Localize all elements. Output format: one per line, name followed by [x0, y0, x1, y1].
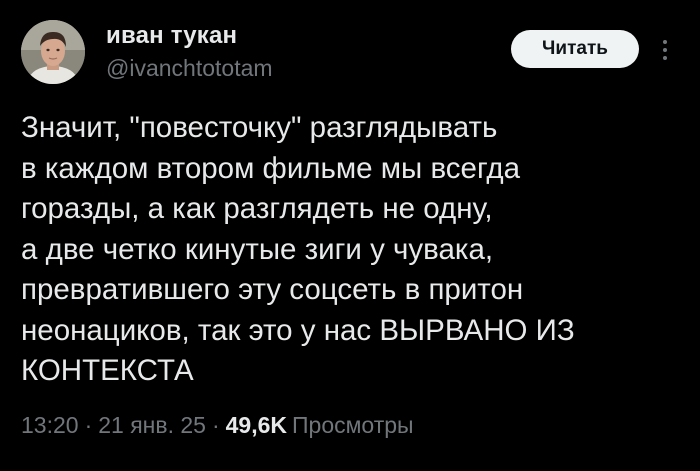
tweet-text: Значит, "повесточку" разглядывать в кажд… — [21, 111, 575, 387]
tweet-time[interactable]: 13:20 — [21, 412, 79, 439]
author-display-name[interactable]: иван тукан — [106, 22, 237, 50]
tweet-card: иван тукан @ivanchtototam Читать Значит,… — [0, 0, 700, 471]
tweet-meta: 13:20 · 21 янв. 25 · 49,6K Просмотры — [21, 412, 414, 439]
follow-button[interactable]: Читать — [511, 30, 639, 68]
tweet-date[interactable]: 21 янв. 25 — [98, 412, 206, 439]
meta-separator: · — [211, 412, 220, 438]
meta-separator: · — [84, 412, 93, 438]
avatar[interactable] — [21, 20, 85, 84]
author-handle[interactable]: @ivanchtototam — [106, 55, 273, 82]
avatar-photo — [21, 20, 85, 84]
more-vertical-icon — [663, 40, 667, 60]
more-options-button[interactable] — [655, 32, 675, 68]
views-count[interactable]: 49,6K — [226, 412, 287, 439]
views-label: Просмотры — [292, 412, 414, 438]
